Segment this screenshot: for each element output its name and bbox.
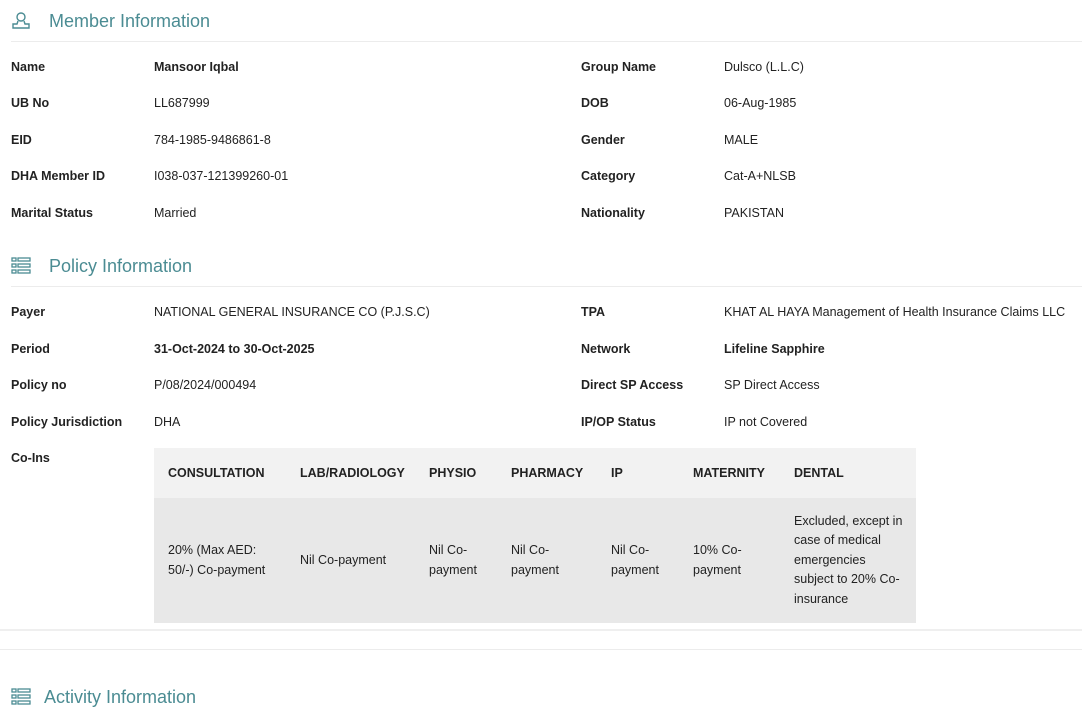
field-value: Married [154, 206, 197, 220]
field-value: IP not Covered [724, 415, 808, 429]
co-ins-label: Co-Ins [11, 451, 50, 465]
field-label: Category [581, 169, 636, 183]
section-title: Member Information [49, 10, 211, 31]
field-label: DOB [581, 96, 609, 110]
field-value: Mansoor Iqbal [154, 60, 239, 74]
column-header: DENTAL [780, 448, 916, 498]
info-row: EID 784-1985-9486861-8 Gender MALE [0, 133, 1082, 151]
field-label: Payer [11, 305, 46, 319]
field-label: EID [11, 133, 32, 147]
field-value: MALE [724, 133, 759, 147]
field-label: UB No [11, 96, 50, 110]
co-insurance-table: CONSULTATION LAB/RADIOLOGY PHYSIO PHARMACY I… [154, 448, 916, 623]
field-label: Name [11, 60, 46, 74]
column-header: LAB/RADIOLOGY [286, 448, 415, 498]
info-row: Policy no P/08/2024/000494 Direct SP Acces… [0, 378, 1082, 396]
divider [0, 629, 1082, 631]
user-icon [12, 12, 30, 29]
list-icon [11, 257, 31, 274]
divider [11, 41, 1082, 42]
list-icon [11, 688, 31, 705]
field-value: LL687999 [154, 96, 210, 110]
field-value: 784-1985-9486861-8 [154, 133, 271, 147]
field-value: SP Direct Access [724, 378, 820, 392]
field-label: Marital Status [11, 206, 93, 220]
column-header: CONSULTATION [154, 448, 286, 498]
column-header: IP [597, 448, 679, 498]
field-value: NATIONAL GENERAL INSURANCE CO (P.J.S.C) [154, 305, 430, 319]
field-value: PAKISTAN [724, 206, 784, 220]
table-cell: 20% (Max AED: 50/-) Co-payment [154, 498, 286, 623]
column-header: MATERNITY [679, 448, 780, 498]
field-value: P/08/2024/000494 [154, 378, 257, 392]
table-cell: Nil Co-payment [597, 498, 679, 623]
field-label: IP/OP Status [581, 415, 656, 429]
field-label: Nationality [581, 206, 645, 220]
field-label: Gender [581, 133, 625, 147]
table-cell: Nil Co-payment [415, 498, 497, 623]
divider [0, 649, 1082, 650]
field-value: Cat-A+NLSB [724, 169, 796, 183]
field-value: 06-Aug-1985 [724, 96, 797, 110]
info-row: DHA Member ID I038-037-121399260-01 Catego… [0, 169, 1082, 187]
divider [11, 286, 1082, 287]
info-row: Policy Jurisdiction DHA IP/OP Status IP not… [0, 415, 1082, 433]
info-row: Period 31-Oct-2024 to 30-Oct-2025 Network L… [0, 342, 1082, 360]
field-label: DHA Member ID [11, 169, 105, 183]
info-row: Name Mansoor Iqbal Group Name Dulsco (L.L.C… [0, 60, 1082, 78]
field-label: Direct SP Access [581, 378, 684, 392]
table-cell: 10% Co-payment [679, 498, 780, 623]
column-header: PHYSIO [415, 448, 497, 498]
table-cell: Excluded, except in case of medical emer… [780, 498, 916, 623]
field-value: DHA [154, 415, 181, 429]
table-cell: Nil Co-payment [497, 498, 597, 623]
field-value: Lifeline Sapphire [724, 342, 825, 356]
section-title: Activity Information [44, 686, 197, 707]
info-row: UB No LL687999 DOB 06-Aug-1985 [0, 96, 1082, 114]
column-header: PHARMACY [497, 448, 597, 498]
section-title: Policy Information [49, 255, 193, 276]
field-label: Group Name [581, 60, 657, 74]
field-value: KHAT AL HAYA Management of Health Insura… [724, 305, 1066, 319]
info-row: Marital Status Married Nationality PAKISTAN [0, 206, 1082, 224]
field-value: 31-Oct-2024 to 30-Oct-2025 [154, 342, 315, 356]
table-cell: Nil Co-payment [286, 498, 415, 623]
field-value: I038-037-121399260-01 [154, 169, 289, 183]
field-label: Period [11, 342, 50, 356]
info-row: Payer NATIONAL GENERAL INSURANCE CO (P.J.… [0, 305, 1082, 323]
field-label: Policy Jurisdiction [11, 415, 123, 429]
field-label: TPA [581, 305, 606, 319]
field-label: Network [581, 342, 631, 356]
field-value: Dulsco (L.L.C) [724, 60, 804, 74]
field-label: Policy no [11, 378, 67, 392]
